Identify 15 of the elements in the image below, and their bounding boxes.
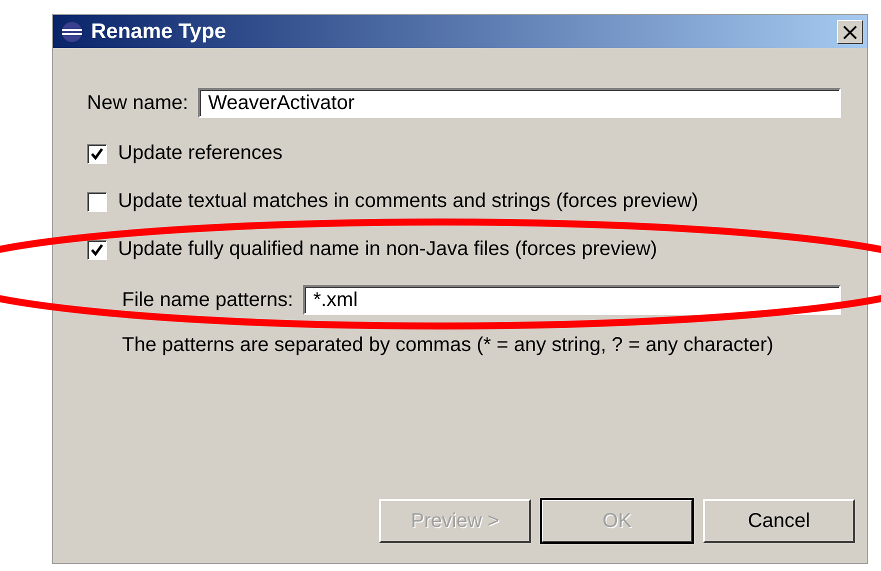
checkbox[interactable] <box>87 144 107 164</box>
close-button[interactable]: × <box>837 20 863 44</box>
sphere-icon <box>61 20 83 42</box>
dialog-button[interactable]: Cancel <box>703 499 855 543</box>
hint-text: The patterns are separated by commas (* = any string, ? = any character) <box>122 334 774 357</box>
checkbox-label[interactable]: Update fully qualified name in non-Java files (forces preview) <box>118 238 658 261</box>
window-title: Rename Type <box>91 20 227 44</box>
field-label: New name: <box>87 92 188 114</box>
checkbox[interactable] <box>87 240 107 260</box>
name-field[interactable]: WeaverActivator <box>198 88 841 118</box>
checkbox-label[interactable]: Update textual matches in comments and strings (forces preview) <box>118 190 698 213</box>
checkbox-label[interactable]: Update references <box>118 142 283 165</box>
field-label: File name patterns: <box>122 288 294 312</box>
checkbox[interactable] <box>87 192 107 212</box>
patterns-field[interactable]: *.xml <box>303 285 841 315</box>
